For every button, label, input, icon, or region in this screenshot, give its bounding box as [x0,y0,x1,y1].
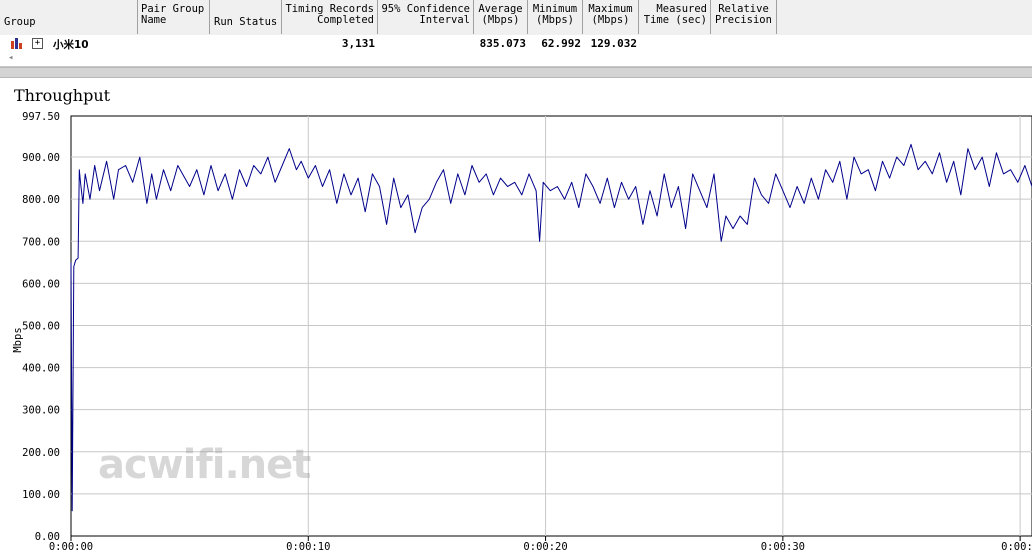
scroll-left-icon[interactable]: ◂ [8,53,13,63]
y-axis-label: Mbps [12,327,24,352]
y-tick-label: 100.00 [22,489,60,501]
table-row[interactable]: + 小米10 3,131 835.073 62.992 129.032 [0,35,1032,52]
col-header-measured-time[interactable]: Measured Time (sec) [639,0,711,34]
x-tick-label: 0:00:00 [49,541,93,553]
y-tick-label: 997.50 [22,111,60,123]
x-tick-label: 0:00:20 [523,541,567,553]
x-tick-label: 0:00:30 [761,541,805,553]
row-group-name: 小米10 [53,39,89,51]
bar-chart-icon [11,38,22,49]
expand-icon[interactable]: + [32,38,43,49]
col-header-minimum[interactable]: Minimum (Mbps) [528,0,583,34]
y-tick-label: 800.00 [22,194,60,206]
col-header-confidence-interval[interactable]: 95% Confidence Interval [378,0,474,34]
horizontal-scrollbar[interactable]: ◂ [0,52,1032,67]
col-header-run-status[interactable]: Run Status [210,0,282,34]
col-header-maximum[interactable]: Maximum (Mbps) [583,0,639,34]
y-tick-label: 400.00 [22,363,60,375]
row-timing-records: 3,131 [341,37,375,50]
col-header-pair-group-name[interactable]: Pair Group Name [138,0,210,34]
results-table-header: Group Pair Group Name Run Status Timing … [0,0,1032,36]
x-tick-label: 0:00:4 [1001,541,1032,553]
y-tick-label: 300.00 [22,405,60,417]
y-tick-label: 200.00 [22,447,60,459]
y-tick-label: 500.00 [22,320,60,332]
row-maximum: 129.032 [590,37,637,50]
y-tick-label: 900.00 [22,152,60,164]
y-tick-label: 600.00 [22,278,60,290]
splitter-bar[interactable] [0,67,1032,78]
col-header-timing-records[interactable]: Timing Records Completed [282,0,378,34]
col-header-relative-precision[interactable]: Relative Precision [711,0,777,34]
col-header-run-status-label: Run Status [214,16,278,28]
watermark: acwifi.net [98,442,311,488]
row-average: 835.073 [479,37,526,50]
col-header-average[interactable]: Average (Mbps) [474,0,528,34]
col-header-group[interactable]: Group [0,0,138,34]
x-tick-label: 0:00:10 [286,541,330,553]
col-header-group-label: Group [4,16,36,28]
throughput-chart: 0.00100.00200.00300.00400.00500.00600.00… [12,111,1032,553]
y-tick-label: 700.00 [22,236,60,248]
row-minimum: 62.992 [541,37,581,50]
